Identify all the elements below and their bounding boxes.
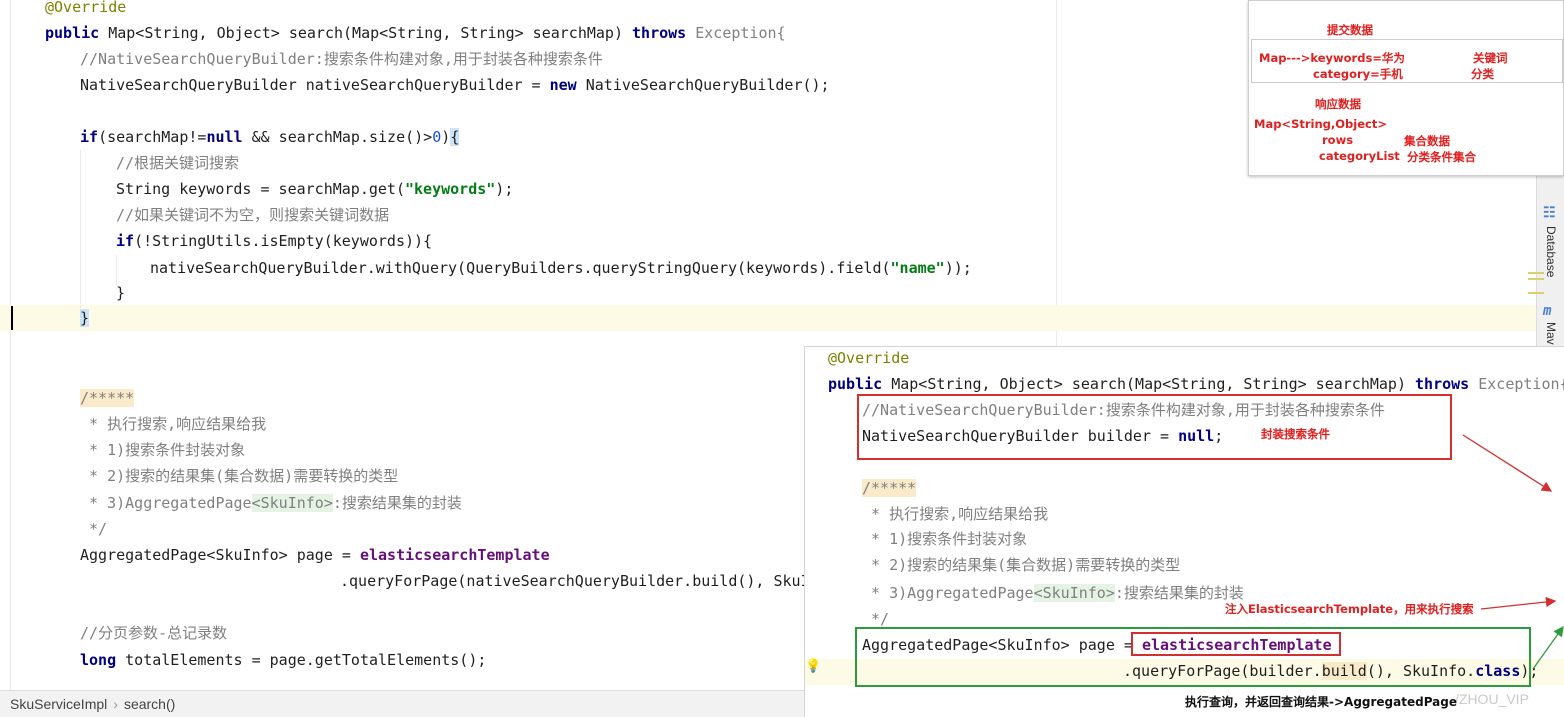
current-line-highlight [0,305,1536,331]
code-line: /***** [862,479,917,497]
indent-guide [116,255,117,285]
code-line: * 1)搜索条件封装对象 [862,530,1028,548]
map-type-text: Map<String,Object> [1254,117,1387,131]
code-line: */ [80,520,108,538]
code-line: * 2)搜索的结果集(集合数据)需要转换的类型 [80,467,399,485]
code-line: AggregatedPage<SkuInfo> page = elasticse… [80,546,550,564]
breadcrumb-separator: › [113,696,118,712]
category-label: 分类 [1471,67,1494,81]
builder-arrow [1462,434,1553,492]
scroll-marker [1528,272,1544,274]
gutter-divider [10,0,11,690]
map-keywords-text: Map--->keywords=华为 [1259,51,1405,65]
text-caret [11,306,13,330]
code-line: * 3)AggregatedPage<SkuInfo>:搜索结果集的封装 [862,584,1244,602]
tab-database[interactable]: Database [1544,226,1558,277]
code-overlay-panel: 💡 @Override public Map<String, Object> s… [804,346,1564,717]
code-line: //NativeSearchQueryBuilder:搜索条件构建对象,用于封装… [80,50,603,68]
code-line: @Override [828,349,910,367]
code-line: //根据关键词搜索 [116,154,240,172]
rows-label: 集合数据 [1404,134,1450,148]
breadcrumb-class[interactable]: SkuServiceImpl [10,696,107,712]
database-icon: ☷ [1543,205,1556,221]
code-line: */ [862,610,890,628]
lightbulb-icon[interactable]: 💡 [805,659,821,675]
maven-icon: m [1543,303,1552,319]
code-line: if(!StringUtils.isEmpty(keywords)){ [116,232,433,250]
code-line: @Override [45,0,127,16]
breadcrumb: SkuServiceImpl › search() [0,690,810,717]
code-line: /***** [80,389,135,407]
code-line: * 3)AggregatedPage<SkuInfo>:搜索结果集的封装 [80,494,462,512]
code-line: } [80,309,90,327]
code-line: NativeSearchQueryBuilder nativeSearchQue… [80,76,830,94]
code-line: } [116,284,126,302]
code-line: long totalElements = page.getTotalElemen… [80,651,487,669]
code-line: * 1)搜索条件封装对象 [80,441,246,459]
rows-text: rows [1322,133,1354,147]
code-line: .queryForPage(builder.build(), SkuInfo.c… [1123,662,1539,680]
code-line: * 执行搜索,响应结果给我 [862,505,1049,523]
annotation-note-panel: 提交数据 Map--->keywords=华为 关键词 category=手机 … [1248,0,1564,176]
code-line: * 执行搜索,响应结果给我 [80,415,267,433]
scroll-marker [1528,278,1544,280]
category-list-text: categoryList [1319,149,1400,163]
scroll-marker [1528,292,1544,294]
watermark: /ZHOU_VIP [1455,691,1529,707]
category-text: category=手机 [1313,67,1403,81]
code-line: //如果关键词不为空，则搜索关键词数据 [116,206,390,224]
category-list-label: 分类条件集合 [1407,150,1476,164]
submit-data-title: 提交数据 [1327,23,1373,37]
code-line: if(searchMap!=null && searchMap.size()>0… [80,128,460,146]
inject-arrow [1480,596,1557,610]
keyword-label: 关键词 [1473,51,1508,65]
code-line: //分页参数-总记录数 [80,624,228,642]
code-line: String keywords = searchMap.get("keyword… [116,180,514,198]
breadcrumb-method[interactable]: search() [124,696,175,712]
indent-guide [80,150,81,310]
code-line: .queryForPage(nativeSearchQueryBuilder.b… [340,572,819,590]
response-data-title: 响应数据 [1315,97,1361,111]
builder-highlight-box [857,394,1452,460]
inject-annotation: 注入ElasticsearchTemplate，用来执行搜索 [1225,602,1474,616]
template-highlight-box [1131,632,1341,656]
code-line: nativeSearchQueryBuilder.withQuery(Query… [150,259,972,277]
code-line: public Map<String, Object> search(Map<St… [828,375,1564,393]
query-caption: 执行查询，并返回查询结果->AggregatedPage [1185,695,1458,709]
tab-maven[interactable]: Mav [1544,322,1558,345]
code-line: public Map<String, Object> search(Map<St… [45,24,786,42]
code-line: * 2)搜索的结果集(集合数据)需要转换的类型 [862,556,1181,574]
